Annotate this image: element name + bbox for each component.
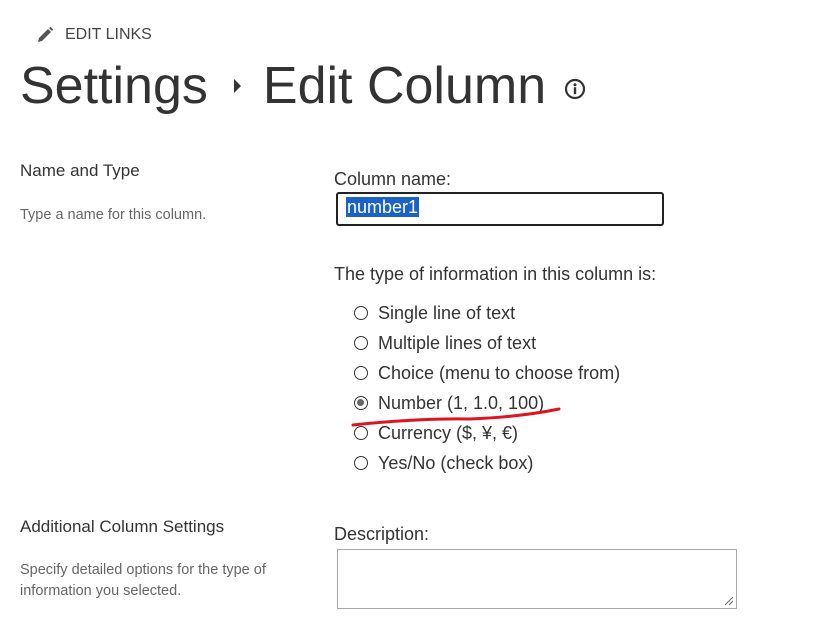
column-name-value: number1 [346,197,420,217]
breadcrumb-arrow-icon [233,79,241,93]
radio-label: Multiple lines of text [378,332,537,353]
edit-links-button[interactable]: EDIT LINKS [36,26,152,44]
radio-option-currency[interactable]: Currency ($, ¥, €) [354,418,620,448]
radio-label: Choice (menu to choose from) [378,362,621,383]
radio-button-checked[interactable] [354,396,368,410]
radio-option-multiple-lines[interactable]: Multiple lines of text [354,328,620,358]
radio-option-choice[interactable]: Choice (menu to choose from) [354,358,620,388]
breadcrumb-settings[interactable]: Settings [20,56,208,116]
column-name-label: Column name: [334,169,452,189]
resize-grip-icon[interactable] [724,596,734,606]
radio-option-single-line[interactable]: Single line of text [354,298,620,328]
name-and-type-description: Type a name for this column. [20,207,207,223]
page-title-text: Edit Column [262,57,547,115]
radio-label: Yes/No (check box) [378,452,534,473]
column-type-radio-group: Single line of text Multiple lines of te… [354,298,620,478]
radio-label: Single line of text [378,302,516,323]
edit-links-label: EDIT LINKS [65,26,152,43]
description-textarea[interactable] [337,549,737,609]
radio-option-number[interactable]: Number (1, 1.0, 100) [354,388,620,418]
pencil-icon [38,26,54,42]
radio-button[interactable] [354,336,368,350]
type-label: The type of information in this column i… [334,264,657,284]
radio-button[interactable] [354,366,368,380]
additional-settings-title: Additional Column Settings [20,517,225,536]
radio-button[interactable] [354,426,368,440]
info-icon[interactable] [564,78,586,100]
additional-settings-description: Specify detailed options for the type of… [20,562,266,599]
radio-button[interactable] [354,456,368,470]
column-name-input[interactable]: number1 [336,192,664,226]
description-label: Description: [334,524,430,544]
name-and-type-title: Name and Type [20,161,140,180]
page-title: Settings Edit Column [20,56,586,116]
radio-option-yes-no[interactable]: Yes/No (check box) [354,448,620,478]
radio-button[interactable] [354,306,368,320]
radio-label: Currency ($, ¥, €) [378,422,519,443]
radio-label: Number (1, 1.0, 100) [378,392,545,413]
